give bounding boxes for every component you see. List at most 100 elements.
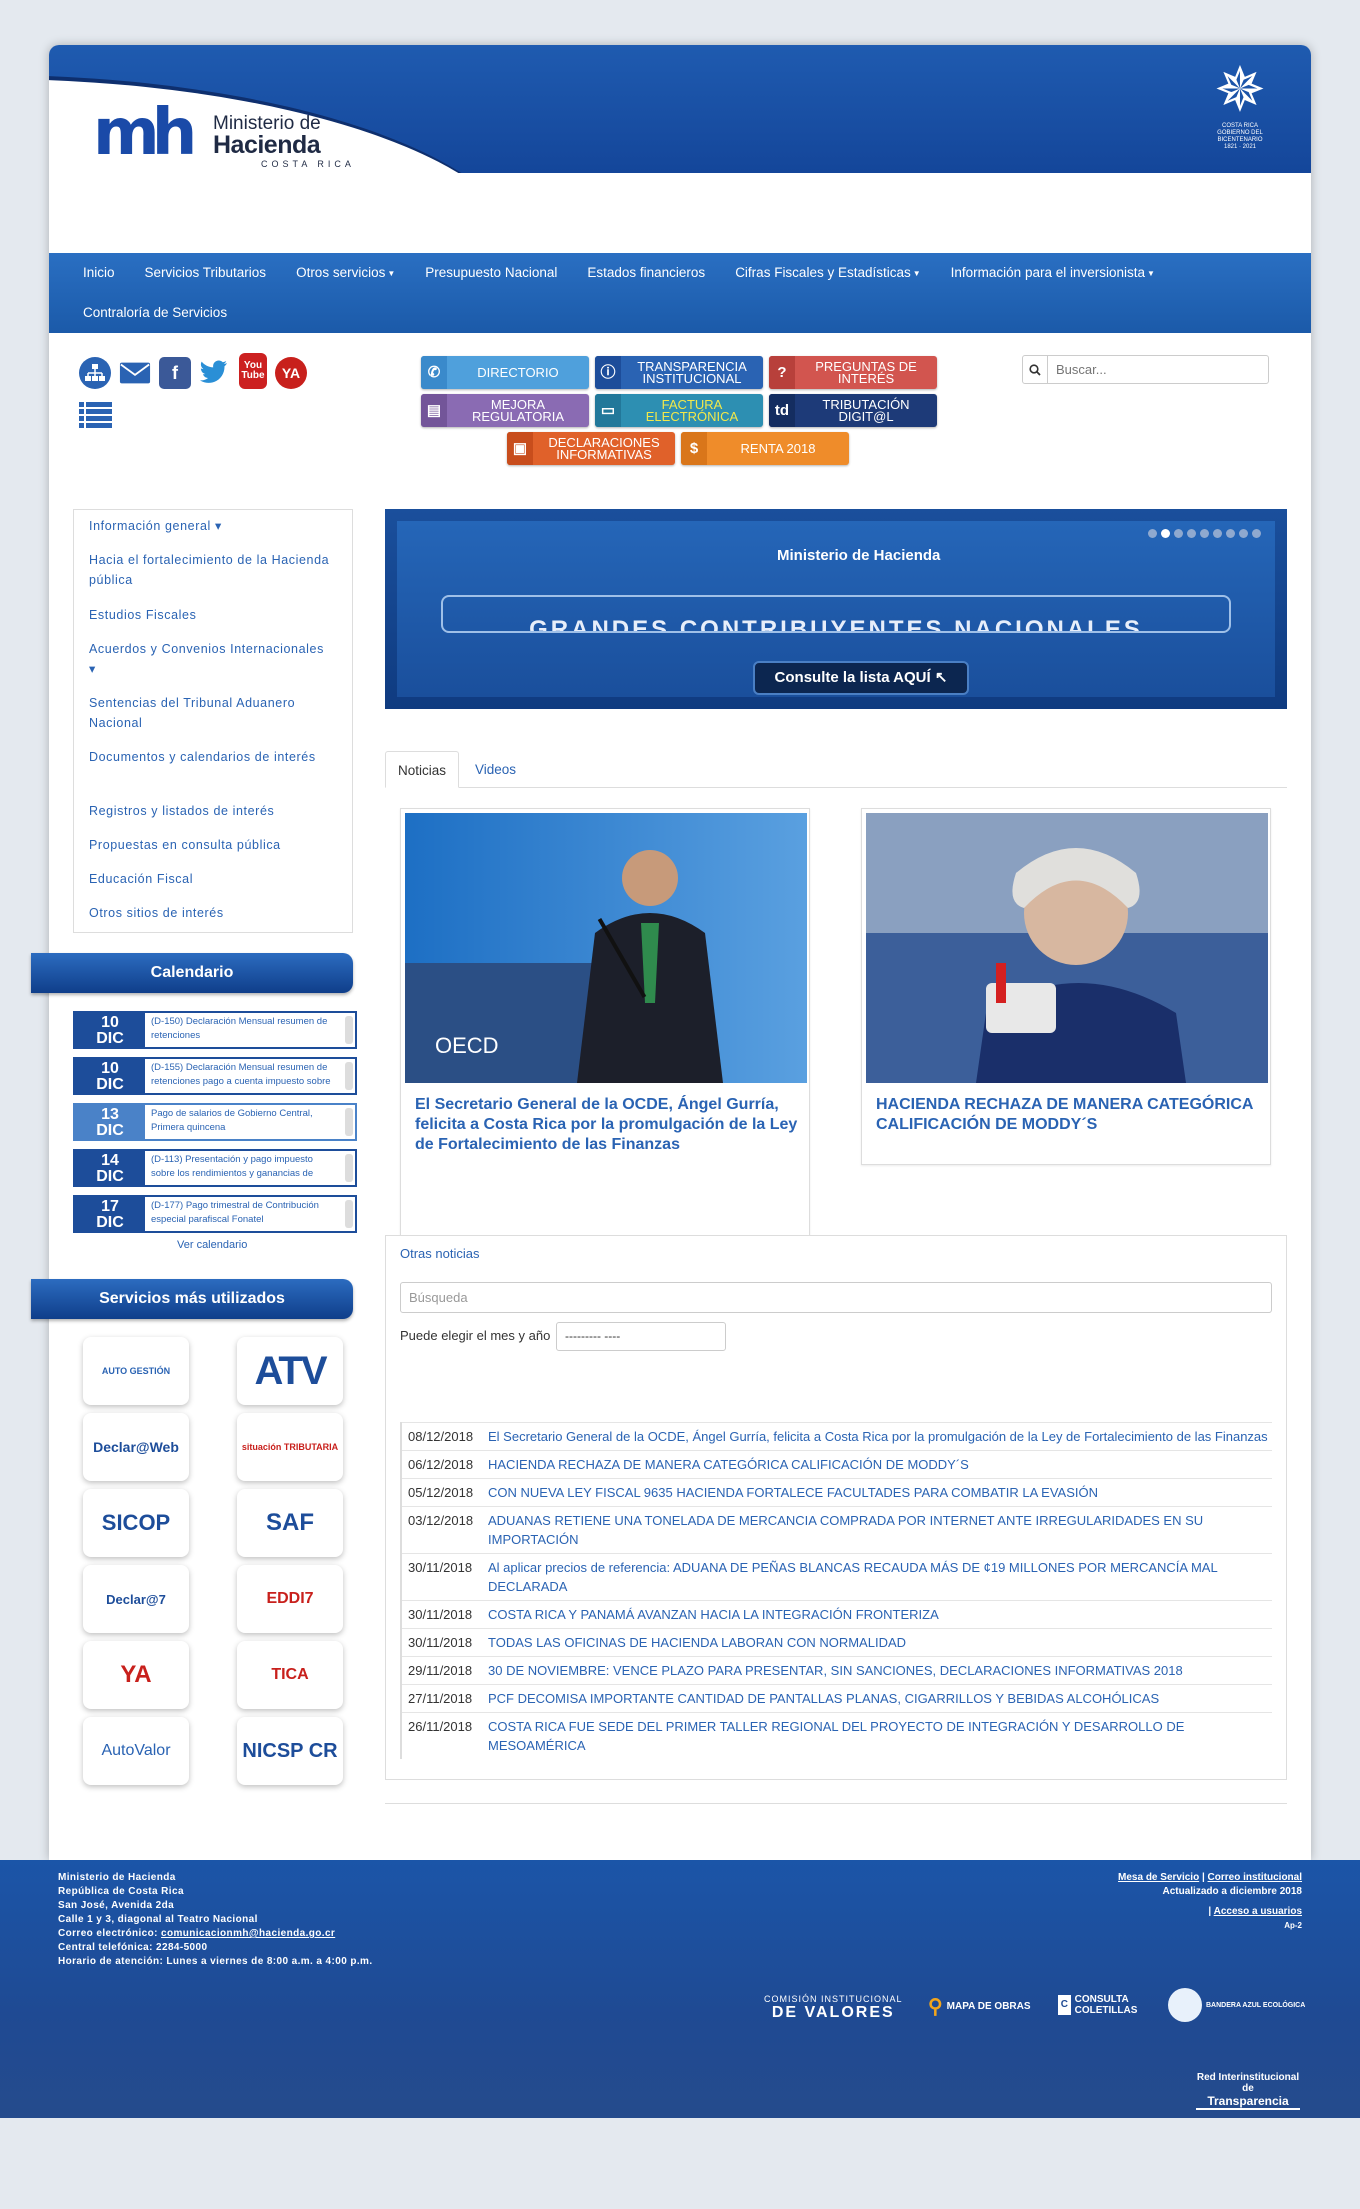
denuncie-ya-icon[interactable]: YA <box>275 357 307 389</box>
slider-dot[interactable] <box>1226 529 1235 538</box>
nicsp-logo[interactable]: NICSP CR <box>237 1717 343 1785</box>
slider-dot[interactable] <box>1187 529 1196 538</box>
news-search-input[interactable]: Búsqueda <box>400 1282 1272 1313</box>
calendar-scrollbar[interactable] <box>345 1154 353 1182</box>
mejora-regulatoria-button[interactable]: ▤ MEJORA REGULATORIA <box>421 394 589 427</box>
declar7-logo[interactable]: Declar@7 <box>83 1565 189 1633</box>
search-icon[interactable] <box>1023 356 1048 383</box>
youtube-icon[interactable]: You Tube <box>239 353 267 389</box>
news-link[interactable]: CON NUEVA LEY FISCAL 9635 HACIENDA FORTA… <box>488 1483 1098 1502</box>
news-list-item[interactable]: 03/12/2018 ADUANAS RETIENE UNA TONELADA D… <box>402 1506 1272 1553</box>
news-list-item[interactable]: 30/11/2018 TODAS LAS OFICINAS DE HACIENDA… <box>402 1628 1272 1656</box>
sidebar-item-educacion-fiscal[interactable]: Educación Fiscal <box>89 869 334 889</box>
calendar-item[interactable]: 17 DIC (D-177) Pago trimestral de Contrib… <box>73 1195 357 1233</box>
sidebar-item-estudios-fiscales[interactable]: Estudios Fiscales <box>89 605 334 625</box>
news-title[interactable]: El Secretario General de la OCDE, Ángel … <box>415 1095 800 1155</box>
news-list-item[interactable]: 26/11/2018 COSTA RICA FUE SEDE DEL PRIMER… <box>402 1712 1272 1759</box>
slider-dot[interactable] <box>1239 529 1248 538</box>
news-image-moodys[interactable] <box>866 813 1268 1083</box>
red-transparencia-logo[interactable]: Red Interinstitucional de Transparencia <box>1196 2072 1300 2110</box>
directorio-button[interactable]: ✆ DIRECTORIO <box>421 356 589 389</box>
nav-item-estados-financieros[interactable]: Estados financieros <box>587 265 705 280</box>
sicop-logo[interactable]: SICOP <box>83 1489 189 1557</box>
tab-noticias[interactable]: Noticias <box>385 751 460 788</box>
news-link[interactable]: Al aplicar precios de referencia: ADUANA… <box>488 1558 1272 1596</box>
nav-item-cifras-fiscales[interactable]: Cifras Fiscales y Estadísticas ▼ <box>735 265 920 280</box>
news-image-oecd[interactable]: OECD <box>405 813 807 1083</box>
calendar-item[interactable]: 14 DIC (D-113) Presentación y pago impues… <box>73 1149 357 1187</box>
sidebar-item-registros[interactable]: Registros y listados de interés <box>89 801 334 821</box>
email-icon[interactable] <box>119 357 151 389</box>
mesa-servicio-link[interactable]: Mesa de Servicio <box>1118 1872 1199 1883</box>
month-year-select[interactable]: --------- ---- <box>556 1322 726 1351</box>
sitemap-icon[interactable] <box>79 357 111 389</box>
correo-institucional-link[interactable]: Correo institucional <box>1208 1872 1302 1883</box>
news-title[interactable]: HACIENDA RECHAZA DE MANERA CATEGÓRICA CA… <box>876 1095 1261 1135</box>
autovalor-logo[interactable]: AutoValor <box>83 1717 189 1785</box>
news-link[interactable]: El Secretario General de la OCDE, Ángel … <box>488 1427 1268 1446</box>
transparencia-button[interactable]: ⓘ TRANSPARENCIA INSTITUCIONAL <box>595 356 763 389</box>
sidebar-item-fortalecimiento[interactable]: Hacia el fortalecimiento de la Hacienda … <box>89 550 334 590</box>
news-list-item[interactable]: 30/11/2018 Al aplicar precios de referenc… <box>402 1553 1272 1600</box>
preguntas-button[interactable]: ? PREGUNTAS DE INTERÉS <box>769 356 937 389</box>
nav-item-servicios-tributarios[interactable]: Servicios Tributarios <box>145 265 267 280</box>
ver-calendario-link[interactable]: Ver calendario <box>177 1239 247 1251</box>
nav-item-presupuesto[interactable]: Presupuesto Nacional <box>425 265 557 280</box>
news-link[interactable]: HACIENDA RECHAZA DE MANERA CATEGÓRICA CA… <box>488 1455 969 1474</box>
sidebar-item-propuestas[interactable]: Propuestas en consulta pública <box>89 835 334 855</box>
nav-item-otros-servicios[interactable]: Otros servicios ▼ <box>296 265 395 280</box>
declarweb-logo[interactable]: Declar@Web <box>83 1413 189 1481</box>
bandera-azul-logo[interactable]: BANDERA AZUL ECOLÓGICA <box>1168 1988 1308 2022</box>
search-input[interactable] <box>1048 362 1248 377</box>
slider-dot[interactable] <box>1148 529 1157 538</box>
twitter-icon[interactable] <box>197 357 229 389</box>
sidebar-item-informacion-general[interactable]: Información general ▾ <box>89 516 334 536</box>
news-link[interactable]: COSTA RICA FUE SEDE DEL PRIMER TALLER RE… <box>488 1717 1272 1755</box>
calendar-item[interactable]: 10 DIC (D-155) Declaración Mensual resume… <box>73 1057 357 1095</box>
slider-dot[interactable] <box>1161 529 1170 538</box>
calendar-item[interactable]: 10 DIC (D-150) Declaración Mensual resume… <box>73 1011 357 1049</box>
news-list-item[interactable]: 08/12/2018 El Secretario General de la OC… <box>402 1422 1272 1450</box>
situacion-tributaria-logo[interactable]: situación TRIBUTARIA <box>237 1413 343 1481</box>
consulta-coletillas-logo[interactable]: C CONSULTA COLETILLAS <box>1058 1994 1150 2016</box>
calendar-item[interactable]: 13 DIC Pago de salarios de Gobierno Centr… <box>73 1103 357 1141</box>
sidebar-item-sentencias[interactable]: Sentencias del Tribunal Aduanero Naciona… <box>89 693 334 733</box>
slider-dot[interactable] <box>1200 529 1209 538</box>
banner-slide[interactable]: Ministerio de Hacienda GRANDES CONTRIBUY… <box>397 521 1275 697</box>
ministerio-logo[interactable]: mh Ministerio de Hacienda COSTA RICA <box>93 101 383 173</box>
news-link[interactable]: ADUANAS RETIENE UNA TONELADA DE MERCANCI… <box>488 1511 1272 1549</box>
nav-item-inversionista[interactable]: Información para el inversionista ▼ <box>951 265 1155 280</box>
nav-item-contraloria[interactable]: Contraloría de Servicios <box>83 305 227 320</box>
facebook-icon[interactable]: f <box>159 357 191 389</box>
slider-dot[interactable] <box>1213 529 1222 538</box>
denuncie-ya-logo[interactable]: YA <box>83 1641 189 1709</box>
tica-logo[interactable]: TICA <box>237 1641 343 1709</box>
slider-dot[interactable] <box>1174 529 1183 538</box>
news-list-item[interactable]: 06/12/2018 HACIENDA RECHAZA DE MANERA CAT… <box>402 1450 1272 1478</box>
news-link[interactable]: PCF DECOMISA IMPORTANTE CANTIDAD DE PANT… <box>488 1689 1159 1708</box>
news-list-item[interactable]: 27/11/2018 PCF DECOMISA IMPORTANTE CANTID… <box>402 1684 1272 1712</box>
calendar-scrollbar[interactable] <box>345 1108 353 1136</box>
news-list-item[interactable]: 05/12/2018 CON NUEVA LEY FISCAL 9635 HACI… <box>402 1478 1272 1506</box>
news-link[interactable]: TODAS LAS OFICINAS DE HACIENDA LABORAN C… <box>488 1633 906 1652</box>
tab-videos[interactable]: Videos <box>463 751 528 788</box>
autogestion-logo[interactable]: AUTO GESTIÓN <box>83 1337 189 1405</box>
tributacion-digital-button[interactable]: td TRIBUTACIÓN DIGIT@L <box>769 394 937 427</box>
eddi7-logo[interactable]: EDDI7 <box>237 1565 343 1633</box>
sidebar-item-documentos[interactable]: Documentos y calendarios de interés <box>89 747 334 767</box>
calendar-scrollbar[interactable] <box>345 1200 353 1228</box>
factura-electronica-button[interactable]: ▭ FACTURA ELECTRÓNICA <box>595 394 763 427</box>
news-card[interactable]: OECD El Secretario General de la OCDE, Á… <box>400 808 810 1250</box>
declaraciones-informativas-button[interactable]: ▣ DECLARACIONES INFORMATIVAS <box>507 432 675 465</box>
news-card[interactable]: HACIENDA RECHAZA DE MANERA CATEGÓRICA CA… <box>861 808 1271 1165</box>
news-link[interactable]: 30 DE NOVIEMBRE: VENCE PLAZO PARA PRESEN… <box>488 1661 1183 1680</box>
news-list-item[interactable]: 29/11/2018 30 DE NOVIEMBRE: VENCE PLAZO P… <box>402 1656 1272 1684</box>
footer-email-link[interactable]: comunicacionmh@hacienda.go.cr <box>161 1928 335 1939</box>
atv-logo[interactable]: ATV <box>237 1337 343 1405</box>
consulte-lista-button[interactable]: Consulte la lista AQUÍ ↖ <box>753 661 969 695</box>
saf-logo[interactable]: SAF <box>237 1489 343 1557</box>
calendar-scrollbar[interactable] <box>345 1062 353 1090</box>
acceso-usuarios-link[interactable]: Acceso a usuarios <box>1214 1906 1302 1917</box>
slider-dot[interactable] <box>1252 529 1261 538</box>
comision-valores-logo[interactable]: COMISIÓN INSTITUCIONAL DE VALORES <box>764 1994 903 2022</box>
